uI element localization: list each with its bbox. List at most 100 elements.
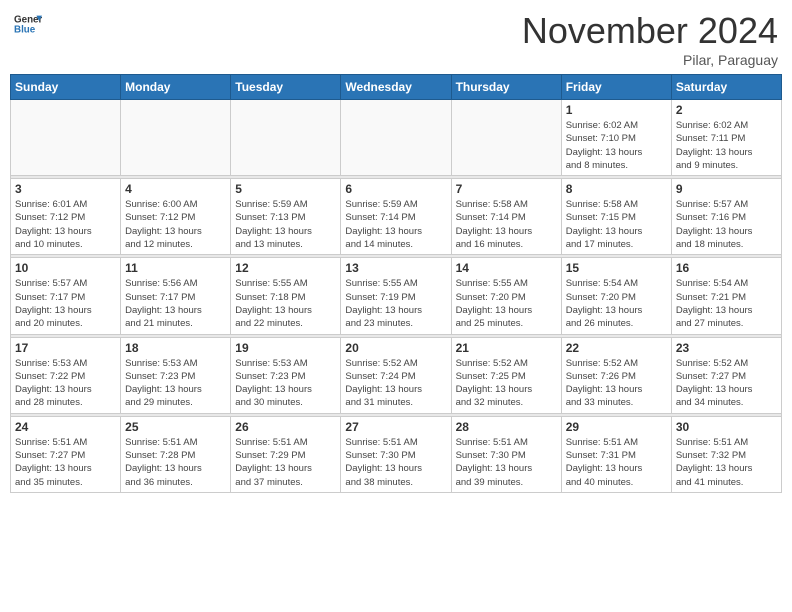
calendar-cell: 24 Sunrise: 5:51 AM Sunset: 7:27 PM Dayli…: [11, 416, 121, 492]
calendar-week-1: 1 Sunrise: 6:02 AM Sunset: 7:10 PM Daylig…: [11, 100, 782, 176]
day-number: 16: [676, 261, 777, 275]
calendar-cell: 29 Sunrise: 5:51 AM Sunset: 7:31 PM Dayli…: [561, 416, 671, 492]
calendar-cell: 19 Sunrise: 5:53 AM Sunset: 7:23 PM Dayli…: [231, 337, 341, 413]
day-info: Sunrise: 5:51 AM Sunset: 7:27 PM Dayligh…: [15, 436, 116, 489]
day-info: Sunrise: 6:01 AM Sunset: 7:12 PM Dayligh…: [15, 198, 116, 251]
day-info: Sunrise: 6:02 AM Sunset: 7:10 PM Dayligh…: [566, 119, 667, 172]
day-info: Sunrise: 5:52 AM Sunset: 7:24 PM Dayligh…: [345, 357, 446, 410]
calendar-cell: 8Sunrise: 5:58 AM Sunset: 7:15 PM Daylig…: [561, 179, 671, 255]
calendar-cell: [451, 100, 561, 176]
day-number: 10: [15, 261, 116, 275]
day-number: 3: [15, 182, 116, 196]
calendar-cell: 1 Sunrise: 6:02 AM Sunset: 7:10 PM Daylig…: [561, 100, 671, 176]
day-info: Sunrise: 5:51 AM Sunset: 7:30 PM Dayligh…: [345, 436, 446, 489]
calendar-cell: 26 Sunrise: 5:51 AM Sunset: 7:29 PM Dayli…: [231, 416, 341, 492]
calendar-cell: 10 Sunrise: 5:57 AM Sunset: 7:17 PM Dayli…: [11, 258, 121, 334]
calendar-cell: 3 Sunrise: 6:01 AM Sunset: 7:12 PM Daylig…: [11, 179, 121, 255]
title-block: November 2024 Pilar, Paraguay: [522, 10, 778, 68]
calendar-cell: 5 Sunrise: 5:59 AM Sunset: 7:13 PM Daylig…: [231, 179, 341, 255]
calendar-table: SundayMondayTuesdayWednesdayThursdayFrid…: [10, 74, 782, 493]
day-number: 23: [676, 341, 777, 355]
day-number: 26: [235, 420, 336, 434]
day-info: Sunrise: 5:51 AM Sunset: 7:31 PM Dayligh…: [566, 436, 667, 489]
calendar-cell: 16Sunrise: 5:54 AM Sunset: 7:21 PM Dayli…: [671, 258, 781, 334]
calendar-cell: [231, 100, 341, 176]
day-info: Sunrise: 5:51 AM Sunset: 7:29 PM Dayligh…: [235, 436, 336, 489]
day-info: Sunrise: 5:59 AM Sunset: 7:14 PM Dayligh…: [345, 198, 446, 251]
day-number: 15: [566, 261, 667, 275]
weekday-header-friday: Friday: [561, 75, 671, 100]
day-number: 22: [566, 341, 667, 355]
day-number: 30: [676, 420, 777, 434]
day-info: Sunrise: 5:51 AM Sunset: 7:30 PM Dayligh…: [456, 436, 557, 489]
calendar-cell: [11, 100, 121, 176]
day-number: 4: [125, 182, 226, 196]
day-info: Sunrise: 5:58 AM Sunset: 7:14 PM Dayligh…: [456, 198, 557, 251]
calendar-cell: 14 Sunrise: 5:55 AM Sunset: 7:20 PM Dayli…: [451, 258, 561, 334]
calendar-cell: 11Sunrise: 5:56 AM Sunset: 7:17 PM Dayli…: [121, 258, 231, 334]
day-info: Sunrise: 5:51 AM Sunset: 7:28 PM Dayligh…: [125, 436, 226, 489]
day-info: Sunrise: 5:53 AM Sunset: 7:22 PM Dayligh…: [15, 357, 116, 410]
calendar-cell: 21 Sunrise: 5:52 AM Sunset: 7:25 PM Dayli…: [451, 337, 561, 413]
day-info: Sunrise: 5:57 AM Sunset: 7:17 PM Dayligh…: [15, 277, 116, 330]
calendar-week-4: 17 Sunrise: 5:53 AM Sunset: 7:22 PM Dayli…: [11, 337, 782, 413]
day-info: Sunrise: 5:57 AM Sunset: 7:16 PM Dayligh…: [676, 198, 777, 251]
weekday-header-monday: Monday: [121, 75, 231, 100]
day-number: 27: [345, 420, 446, 434]
day-number: 19: [235, 341, 336, 355]
day-number: 12: [235, 261, 336, 275]
day-info: Sunrise: 5:53 AM Sunset: 7:23 PM Dayligh…: [235, 357, 336, 410]
calendar-cell: [341, 100, 451, 176]
calendar-cell: [121, 100, 231, 176]
day-info: Sunrise: 5:54 AM Sunset: 7:20 PM Dayligh…: [566, 277, 667, 330]
day-number: 24: [15, 420, 116, 434]
calendar-cell: 30 Sunrise: 5:51 AM Sunset: 7:32 PM Dayli…: [671, 416, 781, 492]
location: Pilar, Paraguay: [522, 52, 778, 68]
day-number: 1: [566, 103, 667, 117]
weekday-header-saturday: Saturday: [671, 75, 781, 100]
day-info: Sunrise: 5:52 AM Sunset: 7:27 PM Dayligh…: [676, 357, 777, 410]
day-number: 6: [345, 182, 446, 196]
svg-text:Blue: Blue: [14, 24, 36, 35]
logo: General Blue: [14, 10, 42, 38]
day-info: Sunrise: 5:53 AM Sunset: 7:23 PM Dayligh…: [125, 357, 226, 410]
calendar-week-5: 24 Sunrise: 5:51 AM Sunset: 7:27 PM Dayli…: [11, 416, 782, 492]
weekday-header-row: SundayMondayTuesdayWednesdayThursdayFrid…: [11, 75, 782, 100]
calendar-cell: 7Sunrise: 5:58 AM Sunset: 7:14 PM Daylig…: [451, 179, 561, 255]
day-number: 5: [235, 182, 336, 196]
day-number: 25: [125, 420, 226, 434]
page-header: General Blue November 2024 Pilar, Paragu…: [10, 10, 782, 68]
calendar-cell: 4 Sunrise: 6:00 AM Sunset: 7:12 PM Daylig…: [121, 179, 231, 255]
calendar-cell: 9Sunrise: 5:57 AM Sunset: 7:16 PM Daylig…: [671, 179, 781, 255]
calendar-cell: 20Sunrise: 5:52 AM Sunset: 7:24 PM Dayli…: [341, 337, 451, 413]
calendar-week-3: 10 Sunrise: 5:57 AM Sunset: 7:17 PM Dayli…: [11, 258, 782, 334]
day-info: Sunrise: 5:55 AM Sunset: 7:20 PM Dayligh…: [456, 277, 557, 330]
calendar-cell: 18 Sunrise: 5:53 AM Sunset: 7:23 PM Dayli…: [121, 337, 231, 413]
day-number: 8: [566, 182, 667, 196]
day-info: Sunrise: 5:52 AM Sunset: 7:25 PM Dayligh…: [456, 357, 557, 410]
calendar-cell: 28 Sunrise: 5:51 AM Sunset: 7:30 PM Dayli…: [451, 416, 561, 492]
weekday-header-tuesday: Tuesday: [231, 75, 341, 100]
calendar-cell: 27 Sunrise: 5:51 AM Sunset: 7:30 PM Dayli…: [341, 416, 451, 492]
day-info: Sunrise: 5:51 AM Sunset: 7:32 PM Dayligh…: [676, 436, 777, 489]
day-number: 14: [456, 261, 557, 275]
calendar-cell: 23 Sunrise: 5:52 AM Sunset: 7:27 PM Dayli…: [671, 337, 781, 413]
day-number: 21: [456, 341, 557, 355]
day-number: 29: [566, 420, 667, 434]
day-info: Sunrise: 6:02 AM Sunset: 7:11 PM Dayligh…: [676, 119, 777, 172]
day-info: Sunrise: 5:56 AM Sunset: 7:17 PM Dayligh…: [125, 277, 226, 330]
day-info: Sunrise: 5:52 AM Sunset: 7:26 PM Dayligh…: [566, 357, 667, 410]
day-info: Sunrise: 6:00 AM Sunset: 7:12 PM Dayligh…: [125, 198, 226, 251]
day-info: Sunrise: 5:59 AM Sunset: 7:13 PM Dayligh…: [235, 198, 336, 251]
day-number: 18: [125, 341, 226, 355]
day-number: 17: [15, 341, 116, 355]
month-title: November 2024: [522, 10, 778, 52]
calendar-cell: 12Sunrise: 5:55 AM Sunset: 7:18 PM Dayli…: [231, 258, 341, 334]
calendar-cell: 13Sunrise: 5:55 AM Sunset: 7:19 PM Dayli…: [341, 258, 451, 334]
calendar-week-2: 3 Sunrise: 6:01 AM Sunset: 7:12 PM Daylig…: [11, 179, 782, 255]
day-number: 13: [345, 261, 446, 275]
day-number: 28: [456, 420, 557, 434]
calendar-cell: 6 Sunrise: 5:59 AM Sunset: 7:14 PM Daylig…: [341, 179, 451, 255]
weekday-header-wednesday: Wednesday: [341, 75, 451, 100]
weekday-header-sunday: Sunday: [11, 75, 121, 100]
